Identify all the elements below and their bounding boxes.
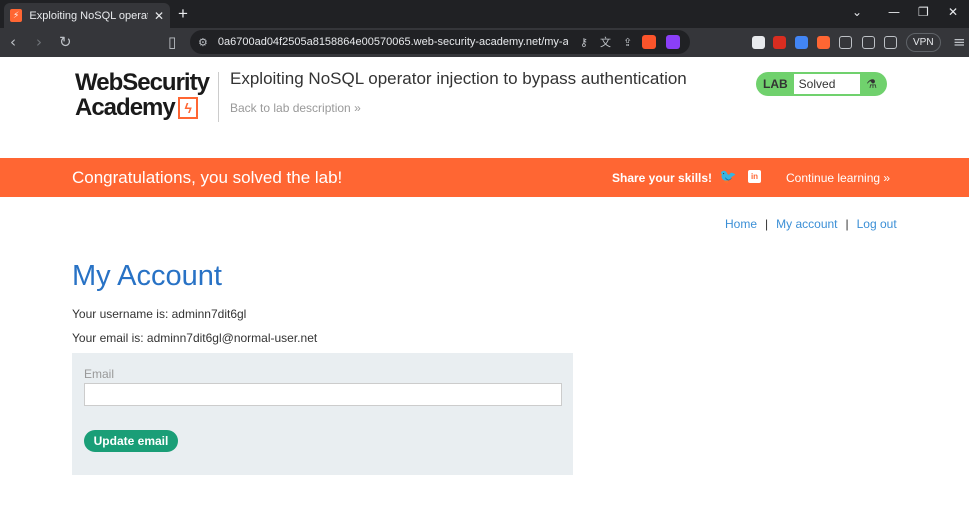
email-field[interactable] bbox=[84, 383, 562, 406]
password-key-icon[interactable]: ⚷ bbox=[580, 36, 588, 49]
sidebar-icon[interactable] bbox=[862, 36, 875, 49]
restore-icon[interactable]: ❐ bbox=[918, 5, 929, 19]
extensions-puzzle-icon[interactable] bbox=[839, 36, 852, 49]
logo-line1: WebSecurity bbox=[75, 69, 210, 96]
my-account-link[interactable]: My account bbox=[776, 217, 837, 231]
share-skills-text: Share your skills! bbox=[612, 171, 713, 185]
forward-icon[interactable]: › bbox=[36, 33, 42, 51]
page-title: My Account bbox=[72, 260, 222, 292]
wallet-icon[interactable] bbox=[884, 36, 897, 49]
username-info: Your username is: adminn7dit6gl bbox=[72, 307, 247, 321]
lab-title: Exploiting NoSQL operator injection to b… bbox=[230, 69, 687, 88]
lab-favicon-icon: ⚡ bbox=[10, 9, 23, 22]
tab-search-icon[interactable]: ⌄ bbox=[852, 5, 862, 19]
share-icon[interactable]: ⇪ bbox=[623, 36, 632, 49]
page-content: WebSecurity Academy ϟ Exploiting NoSQL op… bbox=[0, 57, 969, 512]
linkedin-icon[interactable]: in bbox=[748, 170, 761, 183]
twitter-icon[interactable]: 🐦 bbox=[719, 169, 736, 185]
extension-translate-icon[interactable] bbox=[795, 36, 808, 49]
vpn-label: VPN bbox=[913, 37, 934, 48]
site-info-icon[interactable]: ⚙ bbox=[198, 36, 208, 49]
lightning-bolt-icon: ϟ bbox=[177, 97, 198, 119]
bookmark-icon[interactable]: ▯ bbox=[168, 33, 176, 51]
account-nav: Home | My account | Log out bbox=[725, 217, 897, 231]
nav-separator: | bbox=[845, 217, 849, 231]
congratulations-text: Congratulations, you solved the lab! bbox=[72, 168, 343, 187]
vpn-button[interactable]: VPN bbox=[906, 33, 941, 52]
continue-learning-link[interactable]: Continue learning » bbox=[786, 171, 890, 185]
back-to-description-link[interactable]: Back to lab description » bbox=[230, 101, 361, 115]
menu-icon[interactable]: ≡ bbox=[953, 33, 966, 51]
lab-badge: LAB bbox=[763, 77, 788, 91]
brave-shields-icon[interactable] bbox=[642, 35, 657, 49]
logo-line2: Academy bbox=[75, 94, 176, 121]
nav-separator: | bbox=[765, 217, 769, 231]
flask-icon: ⚗ bbox=[866, 77, 878, 91]
logout-link[interactable]: Log out bbox=[857, 217, 897, 231]
academy-logo[interactable]: WebSecurity Academy ϟ bbox=[75, 71, 220, 121]
email-info: Your email is: adminn7dit6gl@normal-user… bbox=[72, 331, 318, 345]
extension-drop-icon[interactable] bbox=[773, 36, 786, 49]
url-text: 0a6700ad04f2505a8158864e00570065.web-sec… bbox=[217, 36, 568, 48]
browser-toolbar: ‹ › ↻ ▯ ⚙ 0a6700ad04f2505a8158864e005700… bbox=[0, 28, 969, 57]
lab-status-text: Solved bbox=[793, 74, 860, 94]
back-icon[interactable]: ‹ bbox=[10, 33, 16, 51]
lab-status-widget: LAB Solved ⚗ bbox=[756, 72, 887, 96]
update-email-button[interactable]: Update email bbox=[84, 430, 178, 452]
reload-icon[interactable]: ↻ bbox=[59, 33, 72, 51]
update-email-form: Email Update email bbox=[72, 353, 573, 475]
solved-banner: Congratulations, you solved the lab! Sha… bbox=[0, 158, 969, 197]
extension-burp-icon[interactable] bbox=[817, 36, 830, 49]
double-chevron-icon: » bbox=[354, 101, 361, 115]
minimize-icon[interactable]: — bbox=[888, 5, 900, 19]
address-bar[interactable]: ⚙ 0a6700ad04f2505a8158864e00570065.web-s… bbox=[190, 30, 690, 54]
home-link[interactable]: Home bbox=[725, 217, 757, 231]
new-tab-icon[interactable]: + bbox=[178, 4, 188, 24]
close-tab-icon[interactable]: ✕ bbox=[154, 9, 164, 23]
extension-m-icon[interactable] bbox=[752, 36, 765, 49]
brave-rewards-icon[interactable] bbox=[666, 35, 681, 49]
header-divider bbox=[218, 72, 219, 122]
tab-title: Exploiting NoSQL operator injec bbox=[29, 9, 148, 22]
browser-tab-bar: ⚡ Exploiting NoSQL operator injec ✕ + ⌄ … bbox=[0, 0, 969, 28]
close-window-icon[interactable]: ✕ bbox=[948, 5, 958, 19]
email-label: Email bbox=[84, 367, 115, 381]
browser-tab[interactable]: ⚡ Exploiting NoSQL operator injec ✕ bbox=[4, 3, 170, 28]
translate-icon[interactable]: 文 bbox=[600, 34, 611, 50]
